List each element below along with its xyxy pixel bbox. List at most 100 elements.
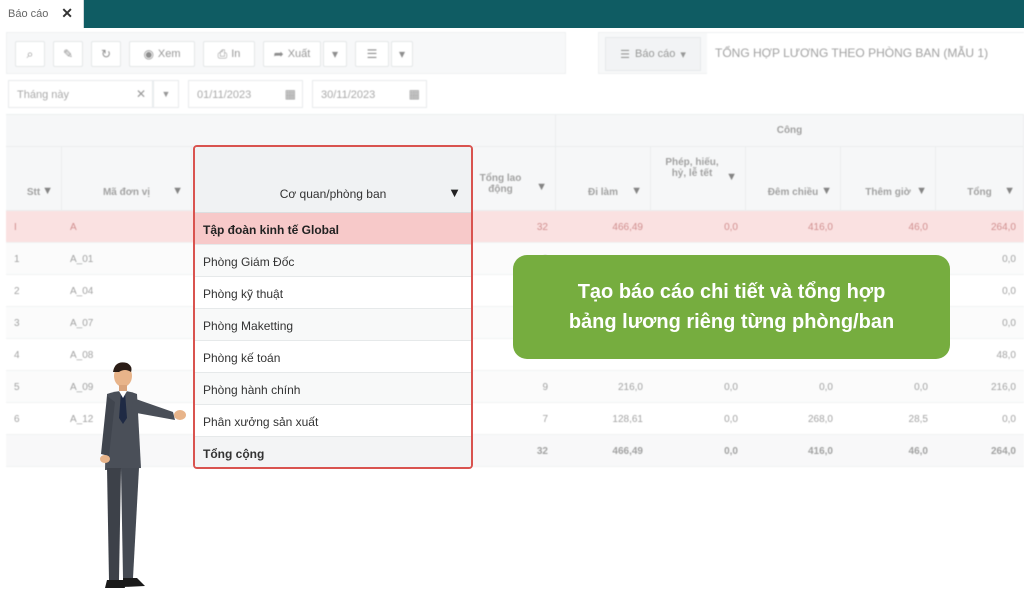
cell-overtime: 28,5 bbox=[908, 414, 928, 425]
print-button[interactable]: ⎙ In bbox=[203, 41, 255, 67]
chevron-down-icon: ▼ bbox=[161, 89, 171, 99]
cell-work: 128,61 bbox=[612, 414, 643, 425]
department-cell[interactable]: Phòng kế toán bbox=[195, 341, 471, 373]
cell-workers: 7 bbox=[542, 414, 548, 425]
view-button[interactable]: ◉ Xem bbox=[129, 41, 195, 67]
cell-stt: 3 bbox=[14, 318, 20, 329]
export-dropdown-button[interactable]: ▾ bbox=[323, 41, 347, 67]
view-label: Xem bbox=[157, 48, 181, 60]
share-arrow-icon: ➦ bbox=[273, 47, 284, 61]
department-cell[interactable]: Phòng hành chính bbox=[195, 373, 471, 405]
callout-line-1: Tạo báo cáo chi tiết và tổng hợp bbox=[577, 281, 886, 303]
department-cell[interactable]: Phòng Giám Đốc bbox=[195, 245, 471, 277]
cell-code: A bbox=[70, 222, 77, 233]
cell-overtime: 46,0 bbox=[908, 222, 928, 233]
cell-stt: 1 bbox=[14, 254, 20, 265]
department-total-cell: Tổng cộng bbox=[195, 437, 471, 467]
report-label: Báo cáo bbox=[634, 48, 676, 60]
callout-line-2: bảng lương riêng từng phòng/ban bbox=[568, 311, 895, 333]
cell-stt: 5 bbox=[14, 382, 20, 393]
filter-icon[interactable]: ▼ bbox=[821, 185, 832, 197]
cell-stt: 4 bbox=[14, 350, 20, 361]
pencil-icon: ✎ bbox=[62, 47, 74, 61]
menu-button[interactable]: ☰ bbox=[355, 41, 389, 67]
filter-icon[interactable]: ▼ bbox=[916, 185, 927, 197]
department-column-highlight: Cơ quan/phòng ban ▼ Tập đoàn kinh tế Glo… bbox=[193, 145, 473, 469]
app-top-bar: Báo cáo ✕ bbox=[0, 0, 1024, 28]
period-value: Tháng này bbox=[17, 89, 69, 101]
filter-icon[interactable]: ▼ bbox=[536, 181, 547, 193]
cell-code: A_04 bbox=[70, 286, 94, 297]
cell-total: 264,0 bbox=[990, 222, 1016, 233]
export-button[interactable]: ➦ Xuất bbox=[263, 41, 321, 67]
businessman-illustration bbox=[100, 362, 186, 588]
cell-leave: 0,0 bbox=[724, 446, 738, 457]
eye-icon: ◉ bbox=[143, 47, 154, 61]
col-leave[interactable]: Phép, hiếu, hỷ, lễ tết ▼ bbox=[651, 147, 746, 211]
col-department[interactable]: Cơ quan/phòng ban ▼ bbox=[195, 147, 471, 213]
clear-icon[interactable]: ✕ bbox=[136, 87, 146, 101]
export-label: Xuất bbox=[287, 48, 311, 60]
period-dropdown-button[interactable]: ▼ bbox=[153, 80, 179, 108]
binoculars-button[interactable]: ⌕ bbox=[15, 41, 45, 67]
from-date-value: 01/11/2023 bbox=[197, 89, 252, 101]
calendar-icon[interactable]: ▦ bbox=[409, 87, 420, 101]
table-row[interactable]: I A 32 466,49 0,0 416,0 46,0 264,0 bbox=[6, 211, 1024, 243]
refresh-icon: ↻ bbox=[100, 47, 112, 61]
to-date-field[interactable]: 30/11/2023 ▦ bbox=[312, 80, 427, 108]
report-selector: ☰ Báo cáo ▾ TỔNG HỢP LƯƠNG THEO PHÒNG BA… bbox=[598, 32, 1024, 75]
col-work-label: Đi làm bbox=[587, 187, 618, 198]
department-cell[interactable]: Phân xưởng sản xuất bbox=[195, 405, 471, 437]
filter-icon[interactable]: ▼ bbox=[631, 185, 642, 197]
col-unit-code[interactable]: Mã đơn vị ▼ bbox=[62, 147, 192, 211]
filter-icon[interactable]: ▼ bbox=[1004, 185, 1015, 197]
from-date-field[interactable]: 01/11/2023 ▦ bbox=[188, 80, 303, 108]
tab-label: Báo cáo bbox=[8, 8, 49, 20]
cell-code: A_01 bbox=[70, 254, 94, 265]
col-department-label: Cơ quan/phòng ban bbox=[279, 187, 387, 201]
col-total-workers[interactable]: Tổng lao động ▼ bbox=[472, 147, 556, 211]
filter-icon[interactable]: ▼ bbox=[172, 185, 183, 197]
tab-bao-cao[interactable]: Báo cáo ✕ bbox=[0, 0, 84, 28]
filter-icon[interactable]: ▼ bbox=[42, 185, 53, 197]
col-total[interactable]: Tổng ▼ bbox=[936, 147, 1024, 211]
filter-bar: Tháng này ✕ ▼ 01/11/2023 ▦ 30/11/2023 ▦ bbox=[0, 78, 1024, 112]
col-leave-label: Phép, hiếu, hỷ, lễ tết bbox=[665, 157, 719, 179]
menu-dropdown-button[interactable]: ▾ bbox=[391, 41, 413, 67]
department-cell[interactable]: Tập đoàn kinh tế Global bbox=[195, 213, 471, 245]
report-title: TỔNG HỢP LƯƠNG THEO PHÒNG BAN (MẪU 1) bbox=[707, 33, 1024, 75]
cell-work: 466,49 bbox=[612, 446, 643, 457]
chevron-down-icon: ▾ bbox=[331, 47, 339, 61]
department-cell[interactable]: Phòng Maketting bbox=[195, 309, 471, 341]
col-work[interactable]: Đi làm ▼ bbox=[556, 147, 651, 211]
filter-icon[interactable]: ▼ bbox=[448, 185, 461, 200]
cell-code: A_07 bbox=[70, 318, 94, 329]
col-overtime[interactable]: Thêm giờ ▼ bbox=[841, 147, 936, 211]
binoculars-icon: ⌕ bbox=[26, 46, 34, 61]
promo-callout: Tạo báo cáo chi tiết và tổng hợp bảng lư… bbox=[513, 255, 950, 359]
print-label: In bbox=[231, 48, 241, 60]
cell-workers: 9 bbox=[542, 382, 548, 393]
col-night-label: Đêm chiều bbox=[767, 187, 819, 198]
cell-night: 416,0 bbox=[807, 222, 833, 233]
chevron-down-icon: ▾ bbox=[398, 47, 406, 61]
col-stt[interactable]: Stt ▼ bbox=[6, 147, 62, 211]
chevron-down-icon: ▾ bbox=[680, 48, 686, 61]
col-night[interactable]: Đêm chiều ▼ bbox=[746, 147, 841, 211]
cell-leave: 0,0 bbox=[724, 414, 738, 425]
cell-night: 416,0 bbox=[807, 446, 833, 457]
toolbar: ⌕ ✎ ↻ ◉ Xem ⎙ In ➦ Xuất ▾ ☰ ▾ bbox=[6, 32, 566, 74]
refresh-button[interactable]: ↻ bbox=[91, 41, 121, 67]
calendar-icon[interactable]: ▦ bbox=[285, 87, 296, 101]
group-header-cong: Công bbox=[556, 115, 1024, 147]
col-overtime-label: Thêm giờ bbox=[865, 187, 911, 198]
filter-icon[interactable]: ▼ bbox=[726, 171, 737, 183]
col-unit-code-label: Mã đơn vị bbox=[102, 187, 151, 198]
period-select[interactable]: Tháng này ✕ bbox=[8, 80, 153, 108]
department-cell[interactable]: Phòng kỹ thuật bbox=[195, 277, 471, 309]
close-icon[interactable]: ✕ bbox=[61, 5, 73, 22]
edit-button[interactable]: ✎ bbox=[53, 41, 83, 67]
cell-night: 0,0 bbox=[819, 382, 833, 393]
report-menu-button[interactable]: ☰ Báo cáo ▾ bbox=[605, 37, 701, 71]
cell-overtime: 0,0 bbox=[914, 382, 928, 393]
